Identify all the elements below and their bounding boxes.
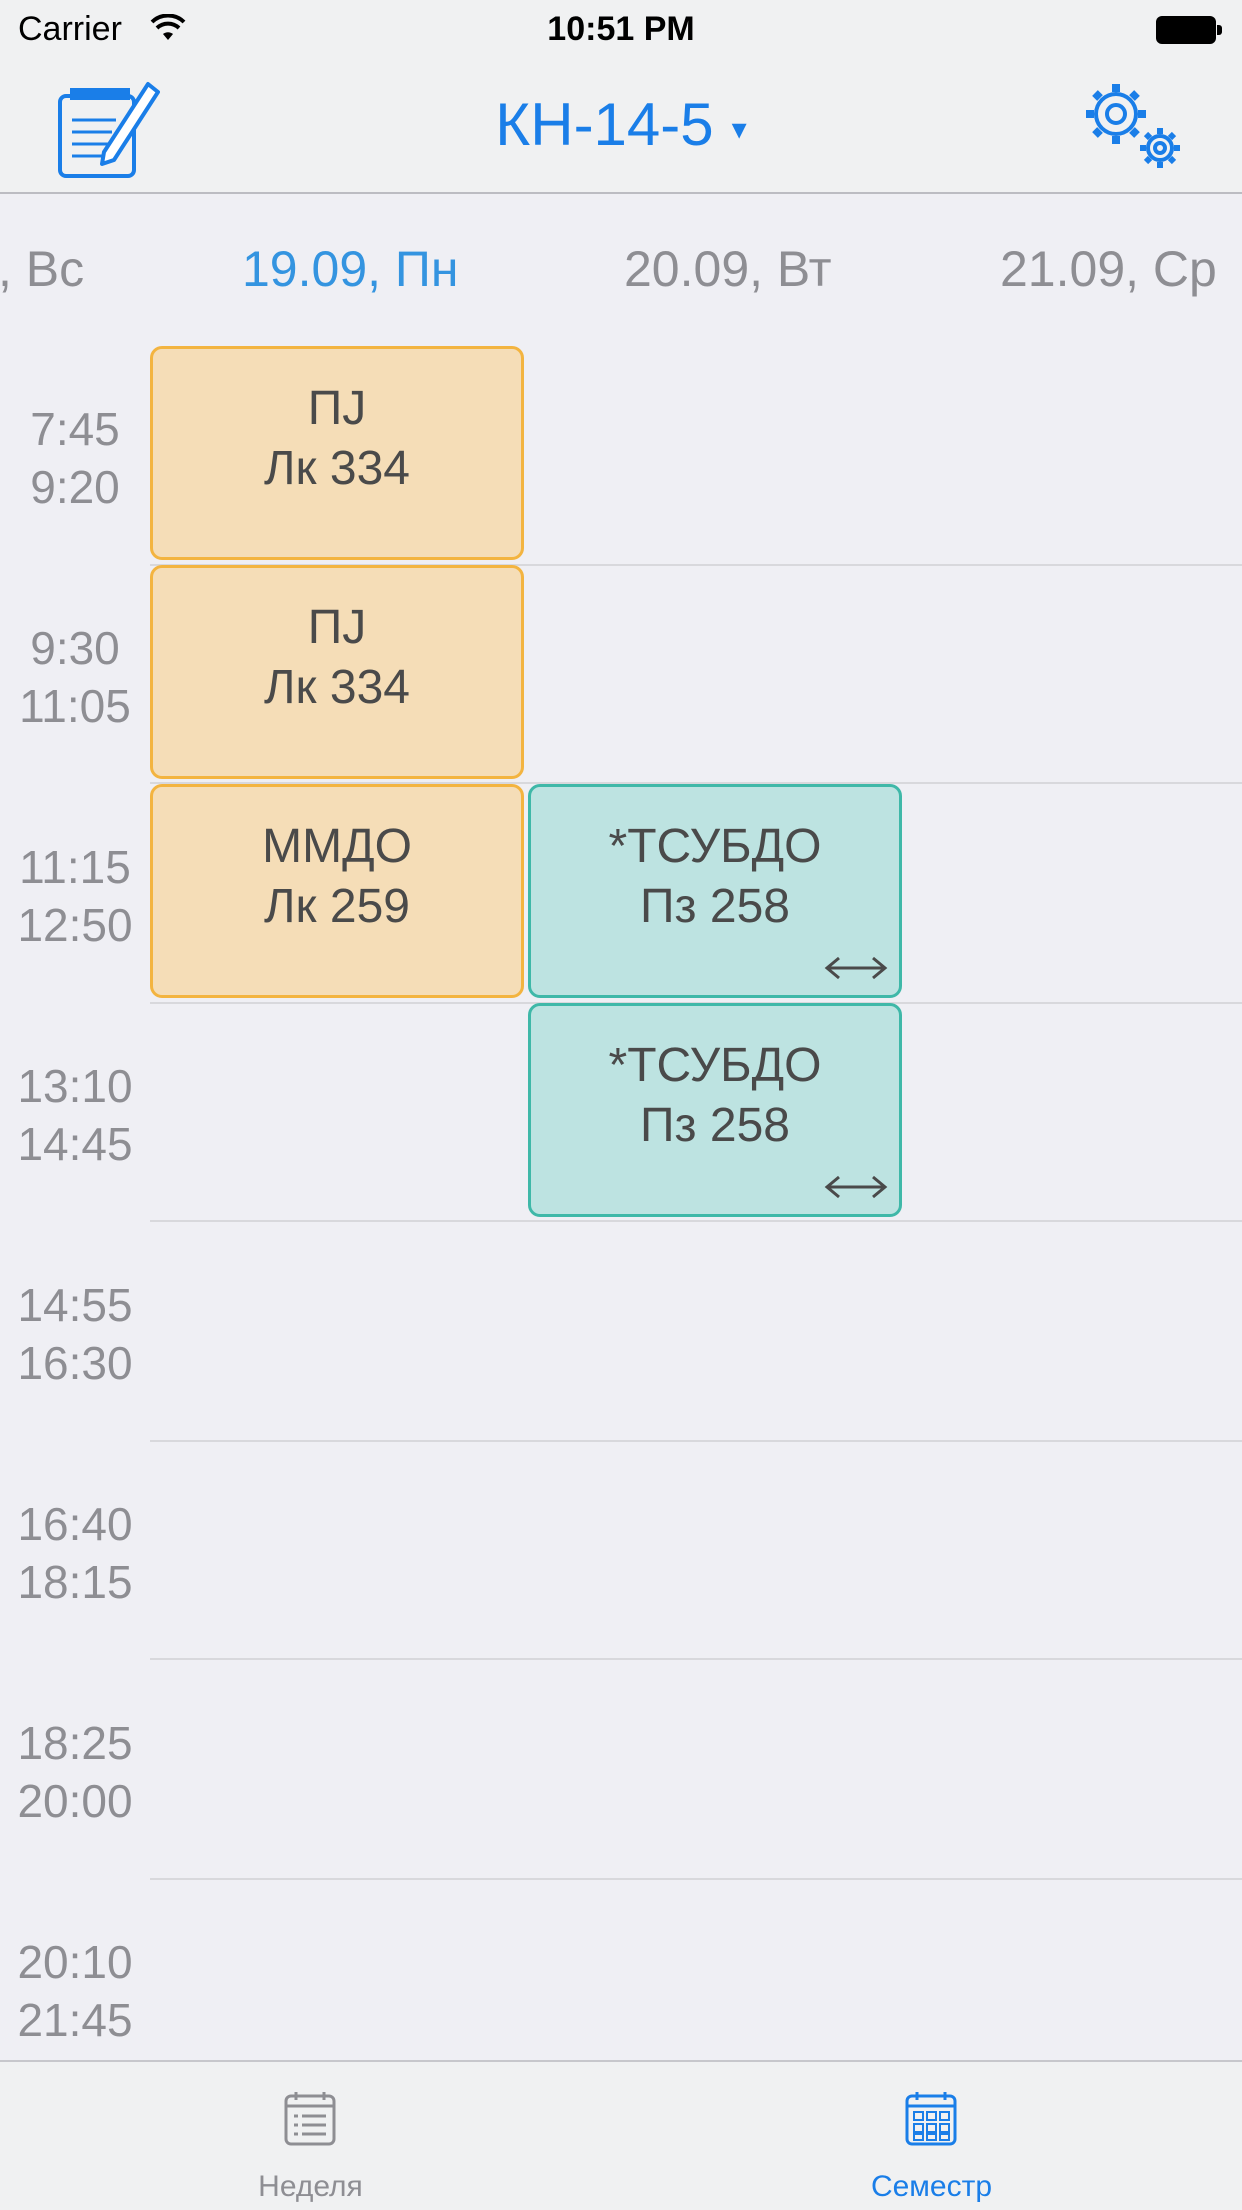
slot-start: 14:55	[17, 1279, 133, 1331]
lesson-subject: ПJ	[307, 601, 367, 654]
lesson-card[interactable]: ММДО Лк 259	[150, 784, 524, 998]
slot-start: 20:10	[17, 1936, 133, 1988]
lesson-subject: ПJ	[307, 382, 367, 435]
slot-end: 11:05	[19, 680, 131, 732]
slot-end: 9:20	[30, 461, 120, 513]
navigation-bar: КН-14-5 ▾	[0, 60, 1242, 194]
slot-divider	[150, 1878, 1242, 1880]
lesson-subject: *ТСУБДО	[608, 820, 822, 873]
calendar-list-icon	[284, 2092, 336, 2146]
tab-semester-label: Семестр	[870, 2170, 993, 2203]
lesson-room: Лк 334	[264, 442, 410, 495]
status-bar: Carrier 10:51 PM	[0, 0, 1242, 60]
slot-start: 18:25	[17, 1717, 133, 1769]
lesson-subject: *ТСУБДО	[608, 1039, 822, 1092]
tab-week-label: Неделя	[258, 2170, 363, 2203]
slot-divider	[150, 1658, 1242, 1660]
slot-divider	[150, 1220, 1242, 1222]
slot-end: 21:45	[17, 1994, 133, 2046]
lesson-card[interactable]: *ТСУБДО Пз 258	[528, 1003, 902, 1217]
lesson-card[interactable]: ПJ Лк 334	[150, 346, 524, 560]
day-header-sunday[interactable]: , Вс	[0, 240, 84, 298]
slot-start: 11:15	[19, 841, 131, 893]
alternating-week-icon	[824, 1175, 888, 1199]
slot-start: 16:40	[17, 1498, 133, 1550]
tab-week[interactable]: Неделя	[0, 2062, 621, 2210]
day-header-tuesday[interactable]: 20.09, Вт	[624, 240, 832, 298]
slot-start: 7:45	[30, 403, 120, 455]
tab-semester[interactable]: Семестр	[621, 2062, 1242, 2210]
time-slot-7: 18:25 20:00	[0, 1714, 150, 1830]
clock: 10:51 PM	[547, 10, 695, 48]
lesson-room: Пз 258	[640, 880, 790, 933]
lesson-card[interactable]: ПJ Лк 334	[150, 565, 524, 779]
slot-end: 16:30	[17, 1337, 133, 1389]
group-selector[interactable]: КН-14-5 ▾	[0, 90, 1242, 159]
dropdown-caret-icon: ▾	[731, 112, 747, 146]
alternating-week-icon	[824, 956, 888, 980]
day-header: , Вс 19.09, Пн 20.09, Вт 21.09, Ср	[0, 194, 1242, 344]
time-slot-3: 11:15 12:50	[0, 838, 150, 954]
slot-start: 13:10	[17, 1060, 133, 1112]
day-header-monday[interactable]: 19.09, Пн	[242, 240, 458, 298]
day-header-wednesday[interactable]: 21.09, Ср	[1000, 240, 1217, 298]
slot-start: 9:30	[30, 622, 120, 674]
time-slot-6: 16:40 18:15	[0, 1495, 150, 1611]
slot-end: 14:45	[17, 1118, 133, 1170]
slot-end: 12:50	[17, 899, 133, 951]
calendar-grid-icon	[905, 2092, 957, 2146]
lesson-card[interactable]: *ТСУБДО Пз 258	[528, 784, 902, 998]
time-slot-1: 7:45 9:20	[0, 400, 150, 516]
lesson-room: Лк 334	[264, 661, 410, 714]
slot-end: 18:15	[17, 1556, 133, 1608]
lesson-room: Лк 259	[264, 880, 410, 933]
time-slot-8: 20:10 21:45	[0, 1933, 150, 2049]
lesson-room: Пз 258	[640, 1099, 790, 1152]
lesson-subject: ММДО	[262, 820, 412, 873]
tab-bar: Неделя Семестр	[0, 2060, 1242, 2210]
time-slot-5: 14:55 16:30	[0, 1276, 150, 1392]
slot-divider	[150, 1440, 1242, 1442]
group-title: КН-14-5	[495, 91, 714, 158]
slot-end: 20:00	[17, 1775, 133, 1827]
time-slot-2: 9:30 11:05	[0, 619, 150, 735]
settings-gears-icon[interactable]	[1080, 78, 1186, 174]
battery-icon	[1156, 16, 1222, 44]
timetable-grid[interactable]: 7:45 9:20 9:30 11:05 11:15 12:50 13:10 1…	[0, 344, 1242, 2060]
time-slot-4: 13:10 14:45	[0, 1057, 150, 1173]
